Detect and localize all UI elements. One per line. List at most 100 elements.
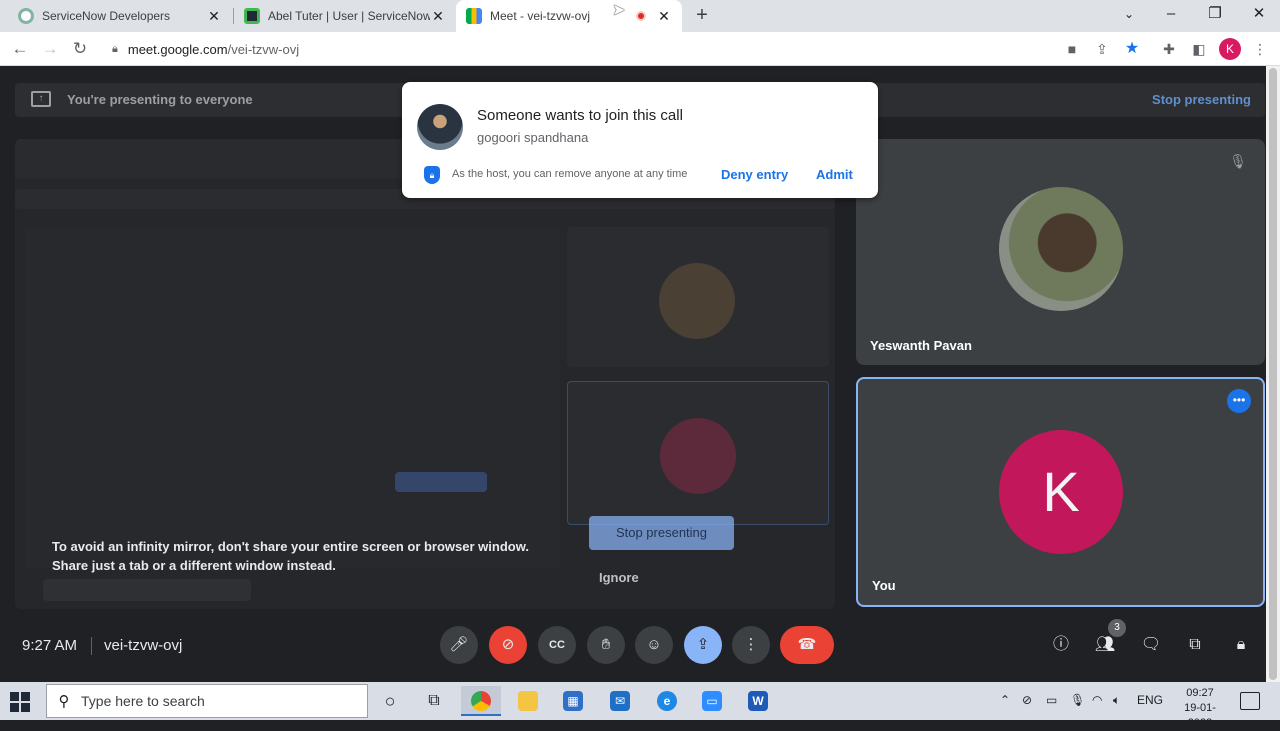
url-path: /vei-tzvw-ovj xyxy=(227,41,300,57)
network-off-icon[interactable]: ⊘ xyxy=(1022,693,1032,707)
raise-hand-button[interactable]: ✋︎ xyxy=(587,626,625,664)
store-icon[interactable]: ▦ xyxy=(553,686,593,716)
profile-avatar[interactable]: K xyxy=(1219,38,1241,60)
host-controls-icon[interactable]: 🔒︎ xyxy=(1229,633,1253,657)
clock-date: 19-01-2023 xyxy=(1184,702,1216,729)
new-tab-button[interactable]: + xyxy=(690,4,714,28)
menu-icon[interactable]: ⋮ xyxy=(1248,37,1272,61)
cortana-icon[interactable]: ○ xyxy=(370,686,410,716)
close-icon[interactable]: ✕ xyxy=(206,8,222,25)
dialog-title: Someone wants to join this call xyxy=(477,107,683,124)
join-request-dialog: Someone wants to join this call gogoori … xyxy=(402,82,878,198)
mirror-tile xyxy=(567,381,829,525)
participant-tile[interactable]: 🎙︎ Yeswanth Pavan xyxy=(856,139,1265,365)
search-icon: ⚲ xyxy=(58,693,70,710)
avatar-initial: K xyxy=(1042,460,1080,523)
google-meet-icon xyxy=(466,8,482,24)
chrome-taskbar-icon[interactable] xyxy=(461,686,501,716)
microphone-button[interactable]: 🎤︎ xyxy=(440,626,478,664)
host-note: As the host, you can remove anyone at an… xyxy=(452,168,688,180)
extensions-icon[interactable]: ✚ xyxy=(1157,37,1181,61)
tab-meet[interactable]: Meet - vei-tzvw-ovj ✕ xyxy=(456,0,682,32)
tab-abel-tuter[interactable]: Abel Tuter | User | ServiceNow ✕ xyxy=(234,0,456,32)
share-icon[interactable]: ⇪ xyxy=(1090,37,1114,61)
battery-icon[interactable]: ▭ xyxy=(1046,693,1057,707)
system-clock[interactable]: 09:27 19-01-2023 xyxy=(1172,686,1228,731)
leave-call-button[interactable]: ☎︎ xyxy=(780,626,834,664)
forward-button[interactable]: → xyxy=(38,37,62,61)
mirror-avatar xyxy=(659,263,735,339)
windows-start-icon[interactable] xyxy=(10,692,30,712)
close-window-button[interactable]: ✕ xyxy=(1236,0,1280,30)
notifications-icon[interactable] xyxy=(1240,692,1260,710)
search-placeholder: Type here to search xyxy=(81,693,205,709)
more-options-button[interactable]: ⋮ xyxy=(732,626,770,664)
bookmark-star-icon[interactable]: ★ xyxy=(1120,37,1144,61)
meeting-details-icon[interactable]: ⓘ xyxy=(1049,633,1073,657)
present-button[interactable]: ⇪ xyxy=(684,626,722,664)
language-indicator[interactable]: ENG xyxy=(1137,693,1163,707)
ignore-button[interactable]: Ignore xyxy=(599,570,639,585)
participant-name: Yeswanth Pavan xyxy=(870,338,972,353)
tab-servicenow-developers[interactable]: ServiceNow Developers ✕ xyxy=(0,0,232,32)
mirror-searchbar xyxy=(43,579,251,601)
mail-icon[interactable]: ✉ xyxy=(600,686,640,716)
url-host: meet.google.com xyxy=(127,41,228,57)
infinity-mirror-warning: To avoid an infinity mirror, don't share… xyxy=(52,537,529,575)
volume-icon[interactable]: 🔈︎ xyxy=(1113,693,1120,708)
minimize-button[interactable]: – xyxy=(1148,0,1194,30)
people-count-badge: 3 xyxy=(1108,619,1126,637)
captions-button[interactable]: CC xyxy=(538,626,576,664)
reactions-button[interactable]: ☺ xyxy=(635,626,673,664)
taskbar-search[interactable]: ⚲ Type here to search xyxy=(46,684,368,718)
servicenow-icon xyxy=(18,8,34,24)
lock-icon: 🔒︎ xyxy=(112,42,118,55)
admit-button[interactable]: Admit xyxy=(816,167,853,182)
camera-in-use-icon[interactable]: ■ xyxy=(1060,37,1084,61)
wifi-icon[interactable]: ◠ xyxy=(1092,693,1102,707)
servicenow-icon xyxy=(244,8,260,24)
warning-line: To avoid an infinity mirror, don't share… xyxy=(52,539,529,554)
tab-title: ServiceNow Developers xyxy=(42,9,171,23)
close-icon[interactable]: ✕ xyxy=(656,8,672,25)
show-hidden-icons[interactable]: ⌃ xyxy=(1000,693,1010,707)
microphone-tray-icon[interactable]: 🎙︎ xyxy=(1070,693,1085,707)
activities-icon[interactable]: ⧉ xyxy=(1183,633,1207,657)
recording-icon xyxy=(636,11,646,21)
deny-entry-button[interactable]: Deny entry xyxy=(721,167,788,182)
more-options-icon[interactable]: ••• xyxy=(1227,389,1251,413)
address-bar[interactable]: 🔒︎ meet.google.com/vei-tzvw-ovj xyxy=(104,35,1152,63)
camera-off-button[interactable]: ⊘ xyxy=(489,626,527,664)
chat-icon[interactable]: 🗨︎ xyxy=(1139,633,1163,657)
mirror-tile xyxy=(567,227,829,367)
requester-name: gogoori spandhana xyxy=(477,130,589,145)
close-icon[interactable]: ✕ xyxy=(430,8,446,25)
word-icon[interactable]: W xyxy=(738,686,778,716)
tab-search-icon[interactable]: ⌄ xyxy=(1106,0,1152,30)
scrollbar-thumb[interactable] xyxy=(1269,68,1277,680)
divider xyxy=(91,637,92,655)
stop-presenting-button[interactable]: Stop presenting xyxy=(589,516,734,550)
meeting-time: 9:27 AM xyxy=(22,637,78,654)
avatar xyxy=(999,187,1123,311)
requester-avatar xyxy=(417,104,463,150)
mic-off-icon: 🎙︎ xyxy=(1229,153,1247,169)
participant-tile-self[interactable]: ••• K You xyxy=(856,377,1265,607)
banner-text: You're presenting to everyone xyxy=(67,92,253,107)
tab-title: Abel Tuter | User | ServiceNow xyxy=(268,9,430,23)
file-explorer-icon[interactable] xyxy=(508,686,548,716)
stop-presenting-link[interactable]: Stop presenting xyxy=(1152,92,1251,107)
zoom-icon[interactable]: ▭ xyxy=(692,686,732,716)
back-button[interactable]: ← xyxy=(8,37,32,61)
side-panel-icon[interactable]: ◧ xyxy=(1187,37,1211,61)
edge-icon[interactable]: e xyxy=(647,686,687,716)
maximize-button[interactable]: ❐ xyxy=(1192,0,1238,30)
reload-button[interactable]: ↻ xyxy=(68,37,92,61)
mirror-presentation xyxy=(25,229,560,569)
avatar: K xyxy=(999,430,1123,554)
scrollbar[interactable] xyxy=(1266,66,1280,682)
participant-name: You xyxy=(872,578,896,593)
task-view-icon[interactable]: ⧉ xyxy=(414,686,454,716)
toolbar: ← → ↻ 🔒︎ meet.google.com/vei-tzvw-ovj ■ … xyxy=(0,32,1280,66)
mirror-avatar xyxy=(660,418,736,494)
